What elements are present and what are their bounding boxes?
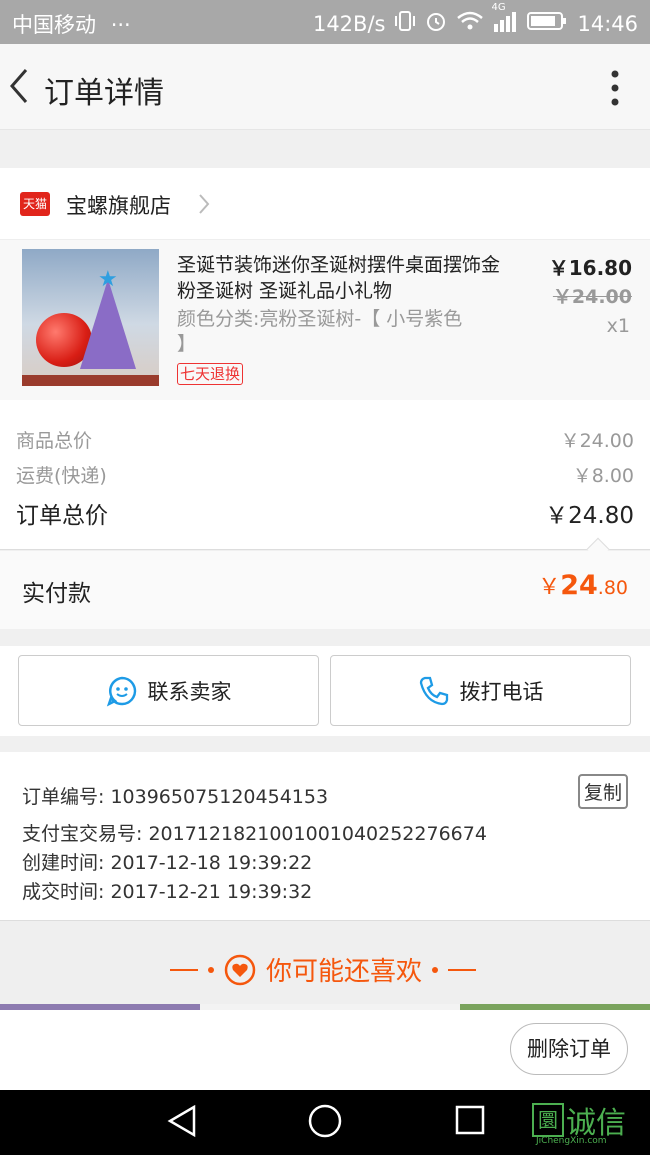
alarm-icon	[425, 10, 447, 37]
network-speed: 142B/s	[312, 11, 386, 36]
page-title: 订单详情	[44, 76, 164, 111]
shop-row[interactable]: 天猫 宝螺旗舰店	[0, 168, 650, 240]
back-button[interactable]	[6, 64, 36, 108]
status-dots: ···	[110, 13, 131, 37]
refund-badge: 七天退换	[177, 363, 244, 385]
order-number-label: 订单编号:	[22, 786, 105, 808]
created-time-row: 创建时间: 2017-12-18 19:39:22	[22, 848, 312, 875]
completed-time-label: 成交时间:	[22, 881, 105, 903]
call-phone-button[interactable]: 拨打电话	[330, 655, 631, 726]
order-number-row: 订单编号: 103965075120454153	[22, 782, 328, 809]
product-spec: 颜色分类:亮粉圣诞树-【 小号紫色 】	[177, 308, 463, 355]
product-item[interactable]: ★ 圣诞节装饰迷你圣诞树摆件桌面摆饰金粉圣诞树 圣诞礼品小礼物 颜色分类:亮粉圣…	[0, 240, 650, 400]
nav-home-icon[interactable]	[308, 1104, 342, 1142]
signal-icon: 4G	[491, 2, 517, 37]
nav-back-icon[interactable]	[166, 1104, 198, 1142]
goods-total-label: 商品总价	[16, 430, 93, 452]
wifi-icon	[457, 11, 484, 36]
shipping-row: 运费(快递) ￥8.00	[16, 461, 634, 488]
clock: 14:46	[577, 11, 638, 36]
order-total-label: 订单总价	[16, 503, 108, 529]
completed-time-value: 2017-12-21 19:39:32	[110, 881, 313, 903]
completed-time-row: 成交时间: 2017-12-21 19:39:32	[22, 877, 312, 904]
copy-button[interactable]: 复制	[577, 774, 628, 809]
contact-seller-label: 联系卖家	[147, 679, 232, 704]
divider-line-left	[170, 968, 198, 971]
thumbnail-footer	[22, 375, 159, 386]
more-vertical-icon	[611, 70, 619, 106]
recommend-header: 你可能还喜欢	[0, 920, 650, 1004]
watermark-glyph: 圜	[532, 1103, 564, 1137]
status-bar: 中国移动 ··· 142B/s 4G 14:46	[0, 0, 650, 44]
heart-icon	[224, 954, 256, 985]
created-time-value: 2017-12-18 19:39:22	[110, 852, 313, 874]
status-left: 中国移动 ···	[12, 9, 131, 39]
watermark-logo: 圜 诚信 JiChengXin.com	[532, 1098, 626, 1146]
system-nav-bar: 圜 诚信 JiChengXin.com	[0, 1090, 650, 1155]
nav-bar: 订单详情	[0, 44, 650, 130]
shipping-label: 运费(快递)	[16, 465, 107, 487]
network-type: 4G	[491, 2, 506, 13]
goods-total-row: 商品总价 ￥24.00	[16, 426, 634, 453]
vibrate-icon	[395, 9, 416, 38]
order-total-value: ￥24.80	[545, 503, 634, 529]
tmall-logo: 天猫	[20, 192, 50, 216]
paid-currency: ￥	[538, 575, 561, 600]
phone-icon	[419, 676, 448, 705]
alipay-number-label: 支付宝交易号:	[22, 823, 143, 845]
created-time-label: 创建时间:	[22, 852, 105, 874]
alipay-number-value: 2017121821001001040252276674	[148, 823, 487, 845]
tree-shape	[80, 279, 136, 369]
paid-amount-row: 实付款 ￥24.80	[0, 551, 650, 629]
bottom-bar: 删除订单	[0, 1010, 650, 1090]
chevron-left-icon	[10, 69, 28, 103]
product-title[interactable]: 圣诞节装饰迷你圣诞树摆件桌面摆饰金粉圣诞树 圣诞礼品小礼物	[177, 252, 507, 304]
recommend-title: 你可能还喜欢	[266, 957, 423, 987]
nav-recents-icon[interactable]	[455, 1104, 485, 1140]
battery-icon	[527, 11, 567, 36]
order-info: 订单编号: 103965075120454153 复制 支付宝交易号: 2017…	[0, 752, 650, 920]
more-menu-button[interactable]	[610, 68, 620, 108]
delete-order-button[interactable]: 删除订单	[510, 1023, 628, 1075]
call-phone-label: 拨打电话	[459, 679, 544, 704]
recommend-title-wrap: 你可能还喜欢	[170, 951, 477, 988]
chat-bubble-icon	[106, 676, 136, 706]
paid-amount: ￥24.80	[538, 569, 628, 601]
product-price: ￥16.80	[548, 256, 632, 280]
divider-dot-right	[432, 966, 439, 973]
status-right: 142B/s 4G 14:46	[312, 2, 638, 38]
product-thumbnail[interactable]: ★	[22, 249, 159, 386]
watermark-sub: JiChengXin.com	[536, 1136, 607, 1146]
product-quantity: x1	[606, 315, 630, 337]
order-total-row: 订单总价 ￥24.80	[16, 496, 634, 530]
order-number-value[interactable]: 103965075120454153	[110, 786, 328, 808]
divider-dot-left	[208, 966, 214, 973]
contact-seller-button[interactable]: 联系卖家	[18, 655, 319, 726]
contact-actions: 联系卖家 拨打电话	[0, 646, 650, 736]
goods-total-value: ￥24.00	[560, 430, 634, 452]
shop-name: 宝螺旗舰店	[66, 194, 171, 218]
paid-integer: 24	[560, 570, 598, 601]
carrier-name: 中国移动	[12, 13, 96, 37]
paid-label: 实付款	[22, 581, 91, 607]
chevron-right-icon	[196, 192, 212, 216]
alipay-number-row: 支付宝交易号: 2017121821001001040252276674	[22, 819, 487, 846]
shipping-value: ￥8.00	[572, 465, 634, 487]
paid-decimal: .80	[597, 577, 628, 599]
original-price: ￥24.00	[552, 286, 632, 308]
price-summary: 商品总价 ￥24.00 运费(快递) ￥8.00 订单总价 ￥24.80	[0, 400, 650, 561]
divider-line-right	[448, 968, 477, 971]
star-icon: ★	[98, 267, 118, 292]
